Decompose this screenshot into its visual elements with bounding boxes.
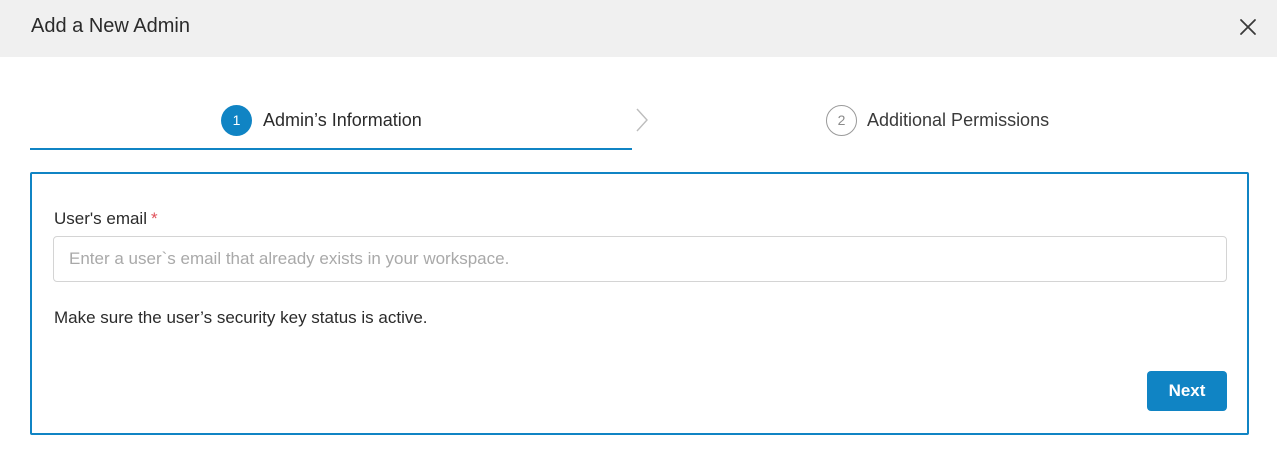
step-admin-information[interactable]: 1 Admin’s Information [221, 104, 422, 136]
admin-info-form: User's email* Make sure the user’s secur… [30, 172, 1249, 435]
step-additional-permissions[interactable]: 2 Additional Permissions [826, 104, 1049, 136]
email-label-text: User's email [54, 209, 147, 228]
chevron-right-icon [636, 108, 648, 132]
security-key-helper-text: Make sure the user’s security key status… [54, 308, 428, 327]
next-button[interactable]: Next [1147, 371, 1227, 411]
required-asterisk: * [151, 209, 158, 228]
email-field[interactable] [53, 236, 1227, 282]
step-2-label: Additional Permissions [867, 110, 1050, 130]
active-step-indicator [30, 148, 632, 150]
close-icon[interactable] [1236, 15, 1260, 39]
step-1-badge: 1 [221, 104, 252, 136]
add-admin-dialog: Add a New Admin 1 Admin’s Information 2 … [0, 0, 1277, 464]
step-2-badge: 2 [826, 104, 857, 136]
wizard-stepper: 1 Admin’s Information 2 Additional Permi… [0, 90, 1277, 152]
step-1-label: Admin’s Information [263, 110, 422, 130]
dialog-header: Add a New Admin [0, 0, 1277, 57]
email-field-label: User's email * [54, 209, 158, 229]
dialog-title: Add a New Admin [31, 15, 190, 37]
